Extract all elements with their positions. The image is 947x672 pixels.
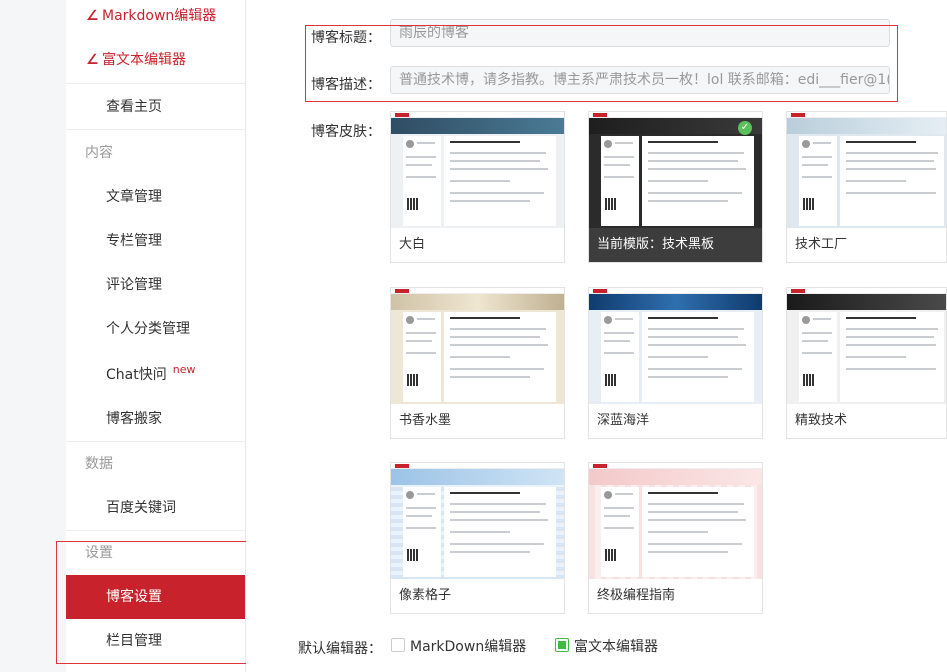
- skin-thumbnail: [787, 112, 946, 228]
- skin-card-ultimate-guide[interactable]: 终极编程指南: [588, 462, 763, 614]
- skin-thumbnail: [589, 112, 762, 228]
- divider: [66, 129, 245, 130]
- skin-thumbnail: [787, 288, 946, 404]
- skin-name: 书香水墨: [399, 413, 452, 428]
- sidebar-item-categories[interactable]: 个人分类管理: [66, 307, 245, 351]
- new-badge: new: [172, 363, 196, 376]
- sidebar: ∠ Markdown编辑器 ∠ 富文本编辑器 查看主页 内容 文章管理 专栏管理 评…: [66, 0, 246, 672]
- sidebar-item-markdown-editor[interactable]: ∠ Markdown编辑器: [66, 0, 245, 38]
- sidebar-item-columns[interactable]: 专栏管理: [66, 219, 245, 263]
- skin-card-deep-ocean[interactable]: 深蓝海洋: [588, 287, 763, 439]
- sidebar-item-label: 专栏管理: [106, 233, 162, 249]
- sidebar-item-home[interactable]: 查看主页: [66, 85, 245, 129]
- sidebar-item-label: Markdown编辑器: [102, 8, 217, 24]
- pen-icon: ∠: [86, 52, 99, 68]
- editor-label: 默认编辑器：: [298, 641, 382, 657]
- check-icon: ✓: [738, 121, 752, 135]
- sidebar-item-chat[interactable]: Chat快问 new: [66, 353, 245, 397]
- skin-card-pixel-grid[interactable]: 像素格子: [390, 462, 565, 614]
- skin-card-tech-blackboard[interactable]: 当前模版：技术黑板 ✓: [588, 111, 763, 263]
- skin-name: 大白: [399, 237, 426, 252]
- sidebar-item-richtext-editor[interactable]: ∠ 富文本编辑器: [66, 38, 245, 82]
- richtext-editor-checkbox[interactable]: [555, 638, 569, 652]
- title-label: 博客标题：: [311, 30, 381, 46]
- sidebar-item-label: 文章管理: [106, 189, 162, 205]
- skin-card-tech-factory[interactable]: 技术工厂: [786, 111, 947, 263]
- markdown-editor-option-label[interactable]: MarkDown编辑器: [410, 636, 526, 656]
- section-title-settings: 设置: [85, 545, 113, 561]
- section-title-content: 内容: [85, 145, 113, 161]
- sidebar-item-baidu-keywords[interactable]: 百度关键词: [66, 486, 245, 530]
- skin-card-ink[interactable]: 书香水墨: [390, 287, 565, 439]
- skin-thumbnail: [589, 288, 762, 404]
- blog-title-input[interactable]: 雨辰的博客: [390, 19, 890, 47]
- pen-icon: ∠: [86, 8, 99, 24]
- main-panel: 博客标题： 雨辰的博客 博客描述： 普通技术博，请多指教。博主系严肃技术员一枚！…: [246, 0, 947, 672]
- section-title-data: 数据: [85, 456, 113, 472]
- skin-label: 博客皮肤：: [311, 124, 381, 140]
- skin-thumbnail: [391, 288, 564, 404]
- skin-name: 终极编程指南: [597, 588, 676, 603]
- sidebar-item-label: 富文本编辑器: [102, 52, 186, 68]
- skin-card-dabai[interactable]: 大白: [390, 111, 565, 263]
- sidebar-item-label: 博客设置: [106, 589, 162, 605]
- sidebar-item-label: 个人分类管理: [106, 321, 190, 337]
- sidebar-item-column-manage[interactable]: 栏目管理: [66, 619, 245, 663]
- skin-name: 当前模版：技术黑板: [589, 228, 762, 262]
- richtext-editor-option-label[interactable]: 富文本编辑器: [574, 636, 658, 656]
- blog-desc-input[interactable]: 普通技术博，请多指教。博主系严肃技术员一枚！lol 联系邮箱：edi___fie…: [390, 66, 890, 94]
- skin-thumbnail: [391, 463, 564, 579]
- desc-label: 博客描述：: [311, 77, 381, 93]
- sidebar-item-label: Chat快问: [106, 367, 167, 383]
- sidebar-item-label: 栏目管理: [106, 633, 162, 649]
- sidebar-item-articles[interactable]: 文章管理: [66, 175, 245, 219]
- sidebar-item-migrate[interactable]: 博客搬家: [66, 397, 245, 441]
- skin-name: 像素格子: [399, 588, 452, 603]
- sidebar-item-label: 评论管理: [106, 277, 162, 293]
- skin-thumbnail: [589, 463, 762, 579]
- divider: [66, 83, 245, 84]
- sidebar-item-label: 百度关键词: [106, 500, 176, 516]
- skin-card-fine-tech[interactable]: 精致技术: [786, 287, 947, 439]
- sidebar-item-comments[interactable]: 评论管理: [66, 263, 245, 307]
- skin-name: 精致技术: [795, 413, 848, 428]
- markdown-editor-checkbox[interactable]: [391, 638, 405, 652]
- skin-name: 深蓝海洋: [597, 413, 650, 428]
- sidebar-item-label: 博客搬家: [106, 411, 162, 427]
- skin-name: 技术工厂: [795, 237, 848, 252]
- sidebar-item-label: 查看主页: [106, 99, 162, 115]
- skin-thumbnail: [391, 112, 564, 228]
- sidebar-item-blog-settings[interactable]: 博客设置: [66, 575, 245, 619]
